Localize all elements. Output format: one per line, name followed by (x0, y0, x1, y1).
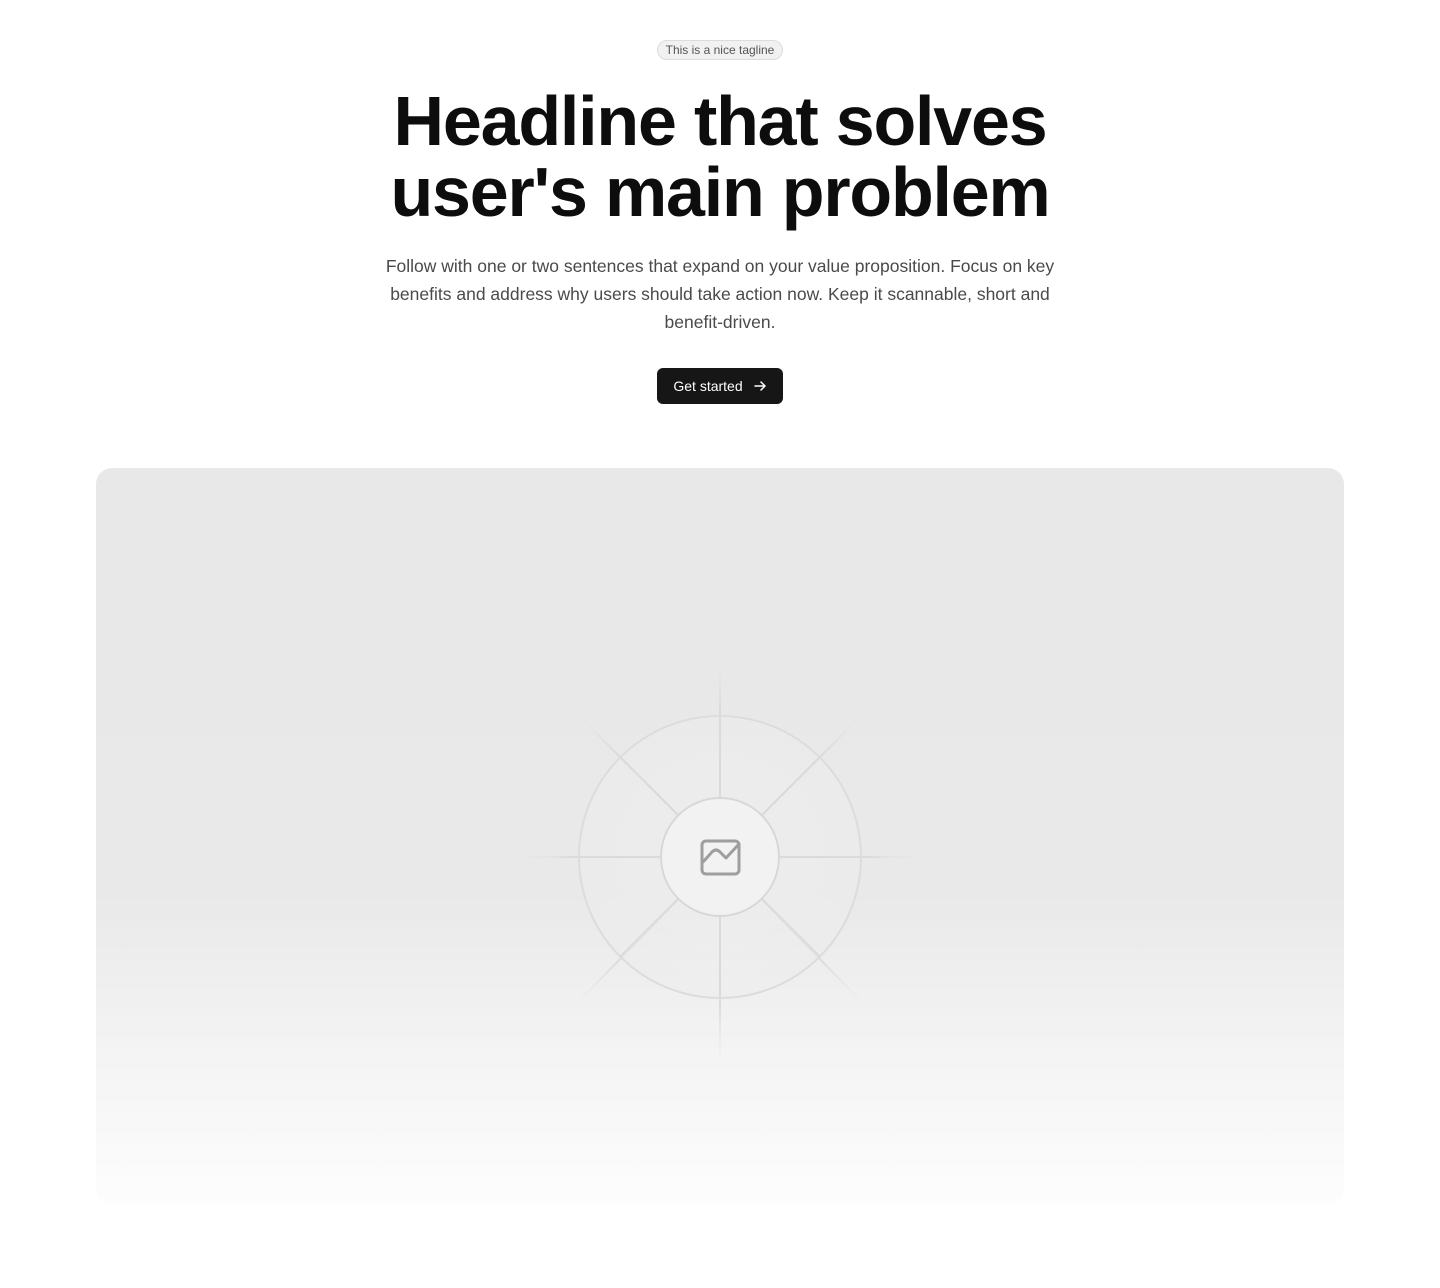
get-started-label: Get started (673, 378, 743, 394)
get-started-button[interactable]: Get started (657, 368, 783, 404)
hero-image-placeholder (96, 468, 1344, 1204)
hero-section: This is a nice tagline Headline that sol… (0, 0, 1440, 404)
placeholder-graphic (516, 653, 924, 1061)
hero-subtext: Follow with one or two sentences that ex… (385, 256, 1055, 332)
tagline-badge: This is a nice tagline (656, 40, 784, 60)
inner-circle (660, 797, 780, 917)
page-headline: Headline that solves user's main problem (390, 82, 1050, 231)
page: This is a nice tagline Headline that sol… (0, 0, 1440, 1288)
arrow-right-icon (753, 379, 767, 393)
